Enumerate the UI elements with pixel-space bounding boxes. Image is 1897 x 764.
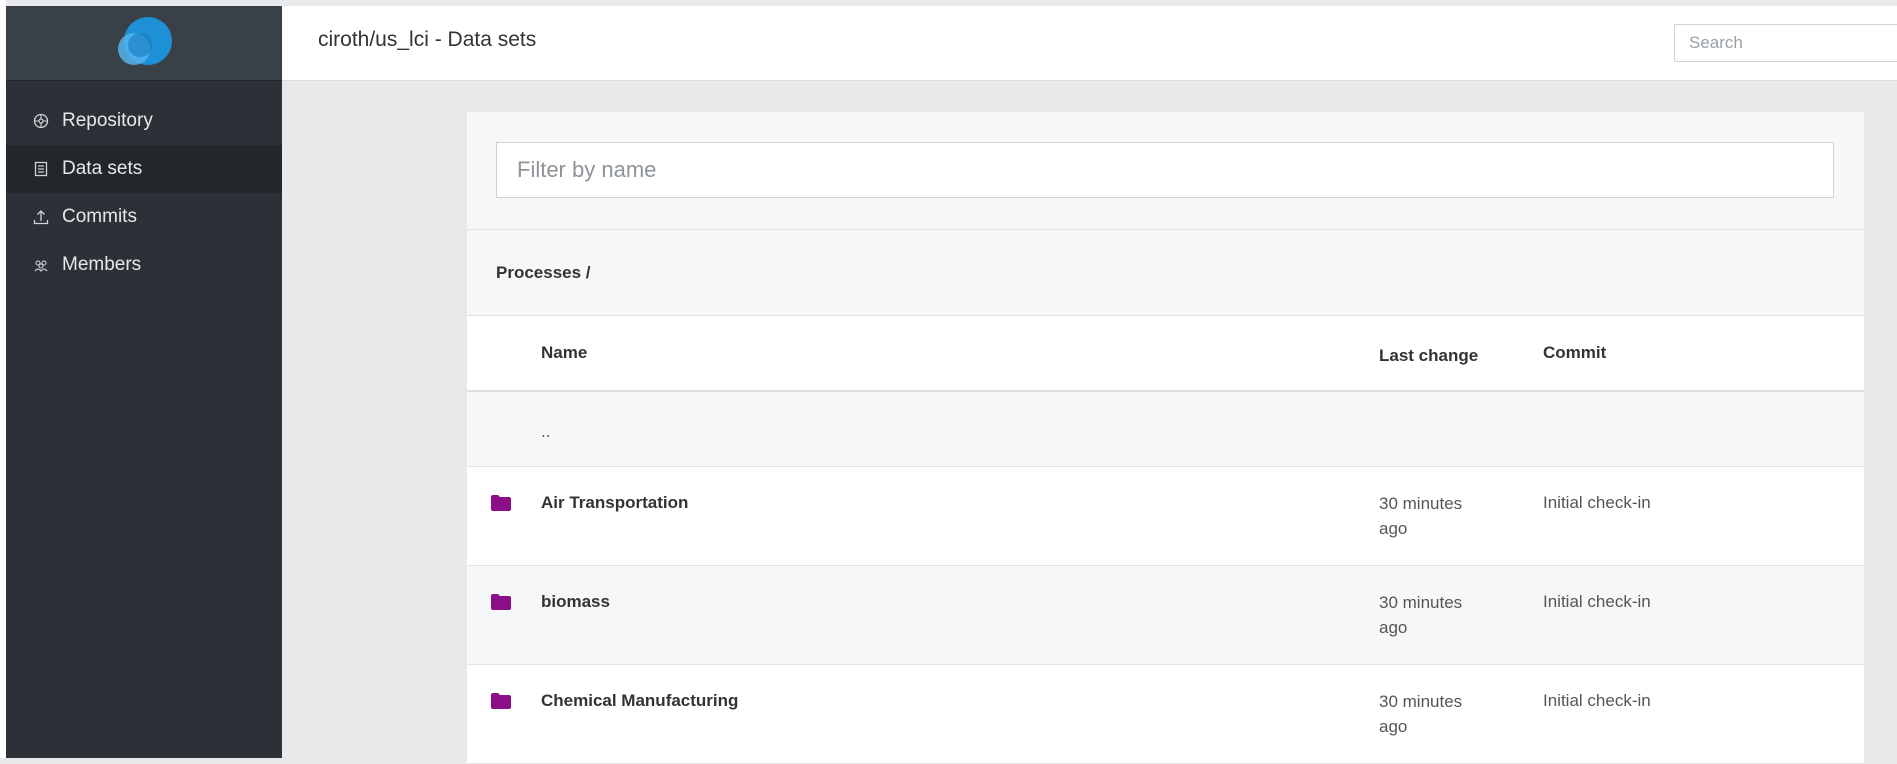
table-row[interactable]: Chemical Manufacturing 30 minutes ago In… [467,665,1864,764]
folder-icon [491,693,511,709]
sidebar-nav: Repository Data sets Commits Members [6,97,282,289]
sidebar-item-label: Data sets [62,158,143,179]
sidebar-item-repository[interactable]: Repository [6,97,282,145]
sidebar: Repository Data sets Commits Members [6,6,282,758]
breadcrumb-processes[interactable]: Processes / [496,263,591,283]
row-last-change: 30 minutes ago [1379,692,1463,736]
row-last-change: 30 minutes ago [1379,593,1463,637]
column-header-name[interactable]: Name [541,343,587,363]
logo-area[interactable] [6,6,282,81]
row-commit-link[interactable]: Initial check-in [1543,493,1651,513]
folder-icon [491,594,511,610]
table-header: Name Last change Commit [467,316,1864,392]
row-name-link[interactable]: Chemical Manufacturing [541,691,738,711]
search-input[interactable] [1674,24,1897,62]
sidebar-item-label: Commits [62,206,137,227]
repository-icon [32,112,50,130]
column-header-last-change[interactable]: Last change [1379,343,1489,368]
folder-icon [491,495,511,511]
sidebar-item-members[interactable]: Members [6,241,282,289]
table-row[interactable]: biomass 30 minutes ago Initial check-in [467,566,1864,665]
breadcrumb: Processes / [467,230,1864,316]
members-icon [32,256,50,274]
filter-input[interactable] [496,142,1834,198]
sidebar-item-commits[interactable]: Commits [6,193,282,241]
data-sets-panel: Processes / Name Last change Commit .. A… [467,112,1864,764]
dataset-icon [32,160,50,178]
row-commit-link[interactable]: Initial check-in [1543,691,1651,711]
commit-icon [32,208,50,226]
row-name-link[interactable]: Air Transportation [541,493,688,513]
app-logo-icon [118,17,172,65]
sidebar-item-label: Repository [62,110,153,131]
filter-area [467,112,1864,230]
sidebar-item-label: Members [62,254,142,275]
table-row[interactable]: Air Transportation 30 minutes ago Initia… [467,467,1864,566]
parent-folder-link[interactable]: .. [541,422,550,442]
row-name-link[interactable]: biomass [541,592,610,612]
column-header-commit[interactable]: Commit [1543,343,1606,363]
row-commit-link[interactable]: Initial check-in [1543,592,1651,612]
top-bar: ciroth/us_lci - Data sets [282,6,1897,81]
sidebar-item-data-sets[interactable]: Data sets [6,145,282,193]
row-last-change: 30 minutes ago [1379,494,1463,538]
parent-folder-row[interactable]: .. [467,392,1864,467]
page-title: ciroth/us_lci - Data sets [318,28,537,51]
